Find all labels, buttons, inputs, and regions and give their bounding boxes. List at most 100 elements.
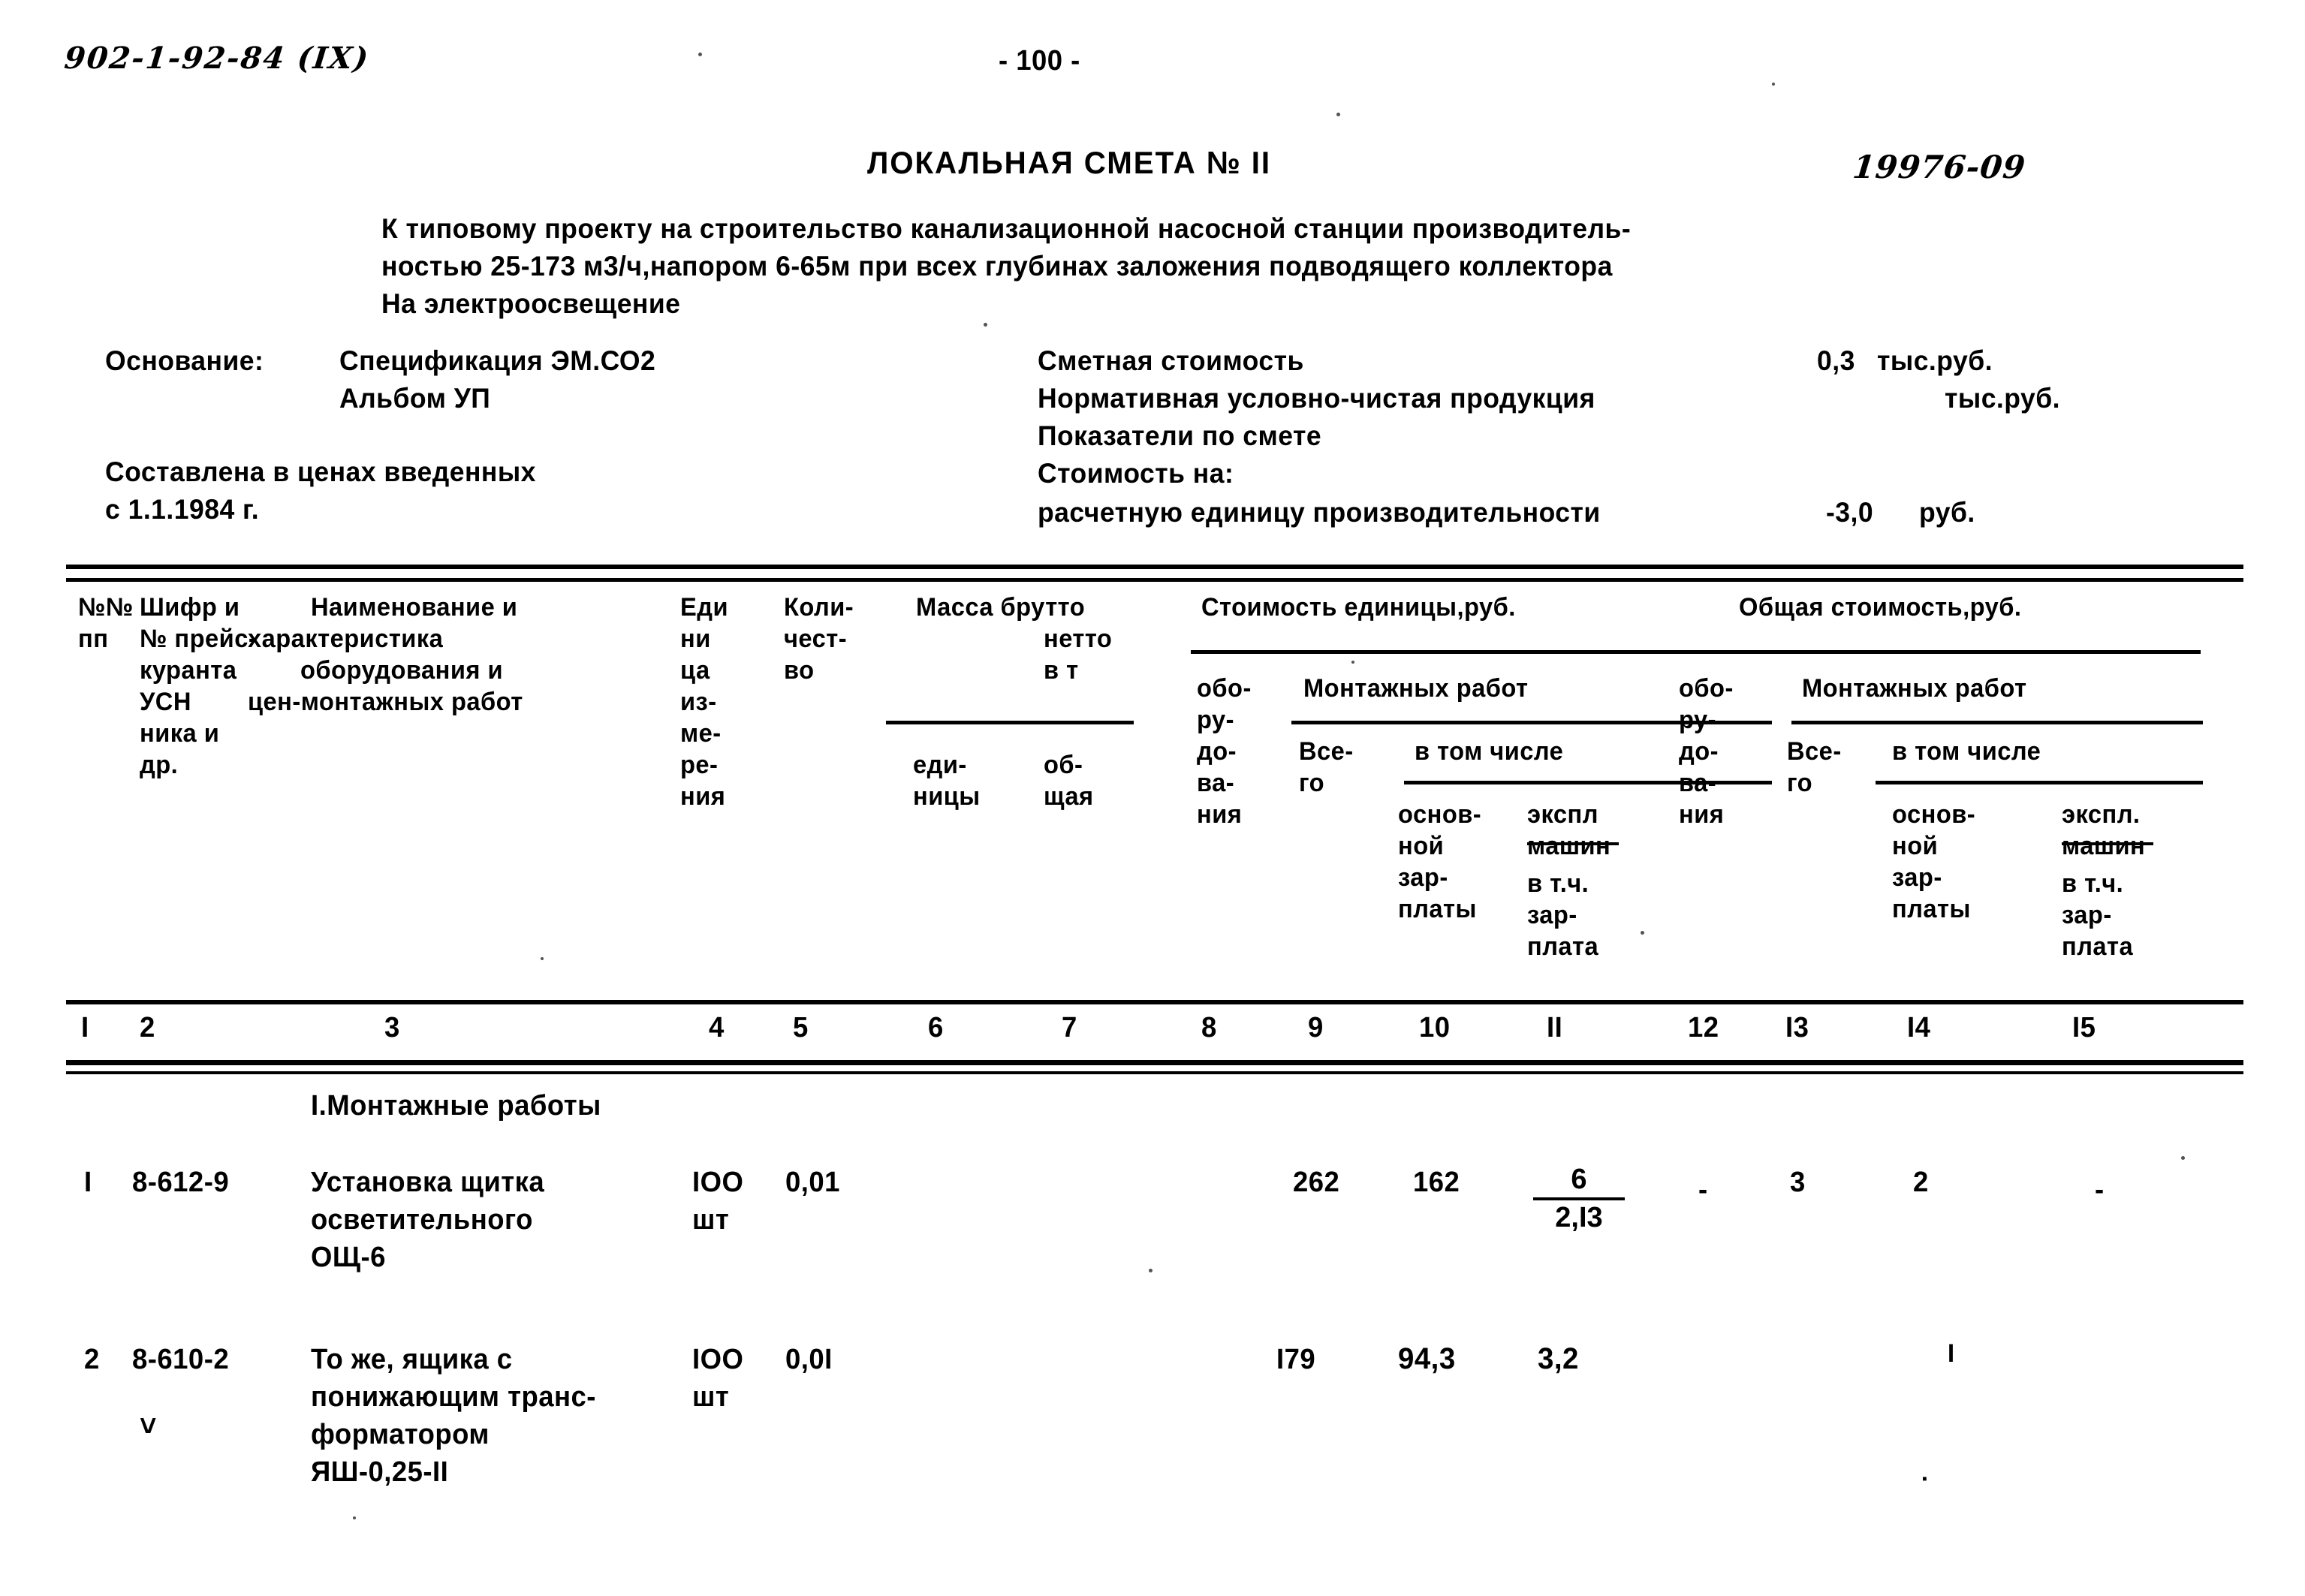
subtitle-line-3: На электроосвещение <box>381 288 681 319</box>
colnum-5: 5 <box>793 1012 809 1043</box>
in-that-number-left-rule <box>1404 781 1772 784</box>
stray-mark-right: ▪ <box>1922 1471 1928 1487</box>
scan-speck <box>2181 1156 2185 1160</box>
row-1-mont-base-unit: 162 <box>1413 1167 1460 1198</box>
summary-unit-1: тыс.руб. <box>1945 383 2060 414</box>
summary-value-0: 0,3 <box>1817 345 1855 376</box>
th-col6-line-0: еди- <box>913 751 967 779</box>
summary-value-4: -3,0 <box>1826 497 1874 528</box>
th-col11-line-1: машин <box>1527 832 1611 860</box>
th-col6-line-1: ницы <box>913 782 981 811</box>
th-col12-line-1: ру- <box>1679 706 1716 734</box>
row-1-no: I <box>84 1167 92 1198</box>
th-col8-line-1: ру- <box>1197 706 1234 734</box>
stray-mark-left: ˅ <box>140 1410 157 1443</box>
th-col11-line-4: плата <box>1527 932 1599 961</box>
mont-right-group-rule <box>1791 721 2203 724</box>
colnum-12: 12 <box>1688 1012 1719 1043</box>
row-2-name-line-2: форматором <box>311 1419 490 1450</box>
summary-label-3: Стоимость на: <box>1038 458 1234 489</box>
table-top-rule-inner <box>66 578 2243 582</box>
subtitle-line-2: ностью 25-173 м3/ч,напором 6-65м при все… <box>381 251 1613 282</box>
table-colnum-bottom-rule <box>66 1060 2243 1065</box>
basis-value-line-1: Спецификация ЭМ.СО2 <box>339 345 656 376</box>
mass-group-rule <box>886 721 1134 724</box>
colnum-15: I5 <box>2072 1012 2096 1043</box>
row-1-unit-line-1: шт <box>692 1204 730 1236</box>
th-col2-line-5: др. <box>140 751 179 779</box>
page-title: ЛОКАЛЬНАЯ СМЕТА № II <box>867 145 1271 180</box>
th-col8-line-2: до- <box>1197 737 1237 766</box>
colnum-2: 2 <box>140 1012 155 1043</box>
th-mass-group: Масса брутто <box>916 593 1086 622</box>
colnum-11: II <box>1547 1012 1563 1043</box>
row-2-code: 8-610-2 <box>132 1344 230 1375</box>
th-col13-line-1: го <box>1787 769 1813 797</box>
th-col2-line-3: УСН <box>140 688 191 716</box>
row-2-mont-total-unit: I79 <box>1276 1344 1316 1375</box>
colnum-4: 4 <box>709 1012 725 1043</box>
scan-speck <box>698 53 702 56</box>
row-2-qty: 0,0I <box>785 1344 833 1375</box>
th-col7-line-1: щая <box>1044 782 1094 811</box>
unit-cost-group-rule <box>1191 650 2201 654</box>
colnum-13: I3 <box>1785 1012 1809 1043</box>
th-col15-line-4: плата <box>2062 932 2134 961</box>
scan-speck <box>1641 931 1644 935</box>
colnum-6: 6 <box>928 1012 944 1043</box>
th-col7-line-0: об- <box>1044 751 1083 779</box>
th-col4-line-1: ни <box>680 625 711 653</box>
th-col3-line-1: характеристика <box>248 625 444 653</box>
row-2-name-line-3: ЯШ-0,25-II <box>311 1456 449 1488</box>
basis-label: Основание: <box>105 345 264 376</box>
row-2-machines-unit: 3,2 <box>1538 1342 1579 1375</box>
colnum-14: I4 <box>1907 1012 1931 1043</box>
scan-speck <box>1772 83 1775 86</box>
row-1-mont-total: 3 <box>1790 1167 1806 1198</box>
subtitle-line-1: К типовому проекту на строительство кана… <box>381 213 1632 244</box>
th-col10-line-3: платы <box>1398 895 1477 923</box>
th-col10-line-0: основ- <box>1398 800 1482 829</box>
summary-label-4: расчетную единицу производительности <box>1038 497 1601 528</box>
th-col11-line-0: экспл <box>1527 800 1598 829</box>
th-col5-line-0: Коли- <box>784 593 854 622</box>
th-col8-line-3: ва- <box>1197 769 1235 797</box>
row-1-name-line-1: осветительного <box>311 1204 533 1236</box>
th-unit-cost-group: Стоимость единицы,руб. <box>1201 593 1516 622</box>
th-col12-line-0: обо- <box>1679 674 1734 703</box>
scan-speck <box>353 1516 356 1519</box>
th-col2-line-1: № прейс- <box>140 625 258 653</box>
row-2-mont-base-total: I <box>1948 1339 1955 1368</box>
row-1-unit-line-0: IOO <box>692 1167 744 1198</box>
th-col5-line-1: чест- <box>784 625 848 653</box>
th-col2-line-4: ника и <box>140 719 220 748</box>
prices-line-2: с 1.1.1984 г. <box>105 494 260 525</box>
th-col4-line-3: из- <box>680 688 717 716</box>
th-in-that-number-left: в том числе <box>1415 737 1564 766</box>
scan-speck <box>1351 661 1354 664</box>
row-1-machines-fraction: 6 2,I3 <box>1533 1165 1625 1232</box>
row-2-unit-line-1: шт <box>692 1381 730 1413</box>
th-col9-line-0: Все- <box>1299 737 1354 766</box>
th-mass-sub-1: в т <box>1044 656 1079 685</box>
row-2-unit-line-0: IOO <box>692 1344 744 1375</box>
th-col11-line-3: зар- <box>1527 901 1577 929</box>
row-2-name-line-0: То же, ящика с <box>311 1344 513 1375</box>
th-mont-group-right: Монтажных работ <box>1802 674 2027 703</box>
summary-unit-4: руб. <box>1919 497 1975 528</box>
row-1-name-line-2: ОЩ-6 <box>311 1242 386 1273</box>
section-title: I.Монтажные работы <box>311 1090 601 1122</box>
th-col8-line-0: обо- <box>1197 674 1252 703</box>
row-2-no: 2 <box>84 1344 100 1375</box>
th-col3-line-0: Наименование и <box>311 593 518 622</box>
fraction-bar <box>1533 1197 1625 1200</box>
table-colnum-bottom-rule-2 <box>66 1071 2243 1074</box>
table-colnum-top-rule <box>66 1000 2243 1004</box>
th-col3-line-3: цен-монтажных работ <box>248 688 523 716</box>
th-col4-line-6: ния <box>680 782 726 811</box>
row-1-name-line-0: Установка щитка <box>311 1167 545 1198</box>
th-col2-line-2: куранта <box>140 656 237 685</box>
row-1-equip-total: - <box>1698 1174 1708 1206</box>
summary-label-2: Показатели по смете <box>1038 420 1322 451</box>
th-col3-line-2: оборудования и <box>300 656 504 685</box>
